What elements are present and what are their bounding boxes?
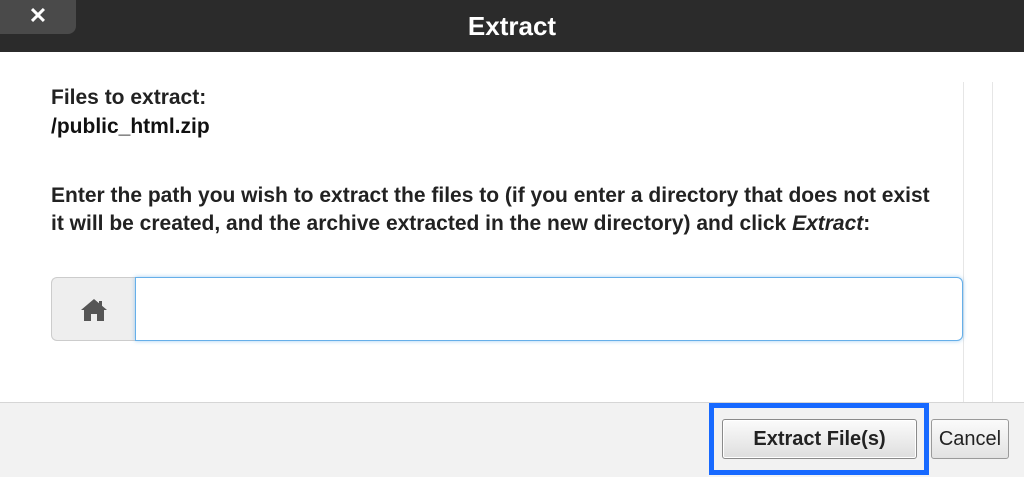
path-input-group — [51, 277, 963, 341]
dialog-titlebar: ✕ Extract — [0, 0, 1024, 52]
files-value: /public_html.zip — [51, 115, 210, 138]
close-icon: ✕ — [28, 3, 48, 28]
home-addon — [51, 277, 135, 341]
instructions-end: : — [863, 212, 871, 235]
scrollbar[interactable] — [963, 82, 993, 424]
files-label: Files to extract: — [51, 86, 207, 109]
dialog-body: Files to extract: /public_html.zip Enter… — [0, 52, 1024, 424]
home-icon — [81, 299, 107, 321]
cancel-button[interactable]: Cancel — [931, 419, 1009, 459]
instructions-text: Enter the path you wish to extract the f… — [51, 182, 941, 238]
dialog-footer: Extract File(s) Cancel — [0, 402, 1024, 477]
extract-path-input[interactable] — [135, 277, 963, 341]
extract-dialog: ✕ Extract Files to extract: /public_html… — [0, 0, 1024, 477]
dialog-title: Extract — [467, 11, 557, 41]
extract-files-button[interactable]: Extract File(s) — [722, 419, 917, 459]
close-button[interactable]: ✕ — [0, 0, 76, 34]
instructions-emphasis: Extract — [792, 212, 864, 235]
